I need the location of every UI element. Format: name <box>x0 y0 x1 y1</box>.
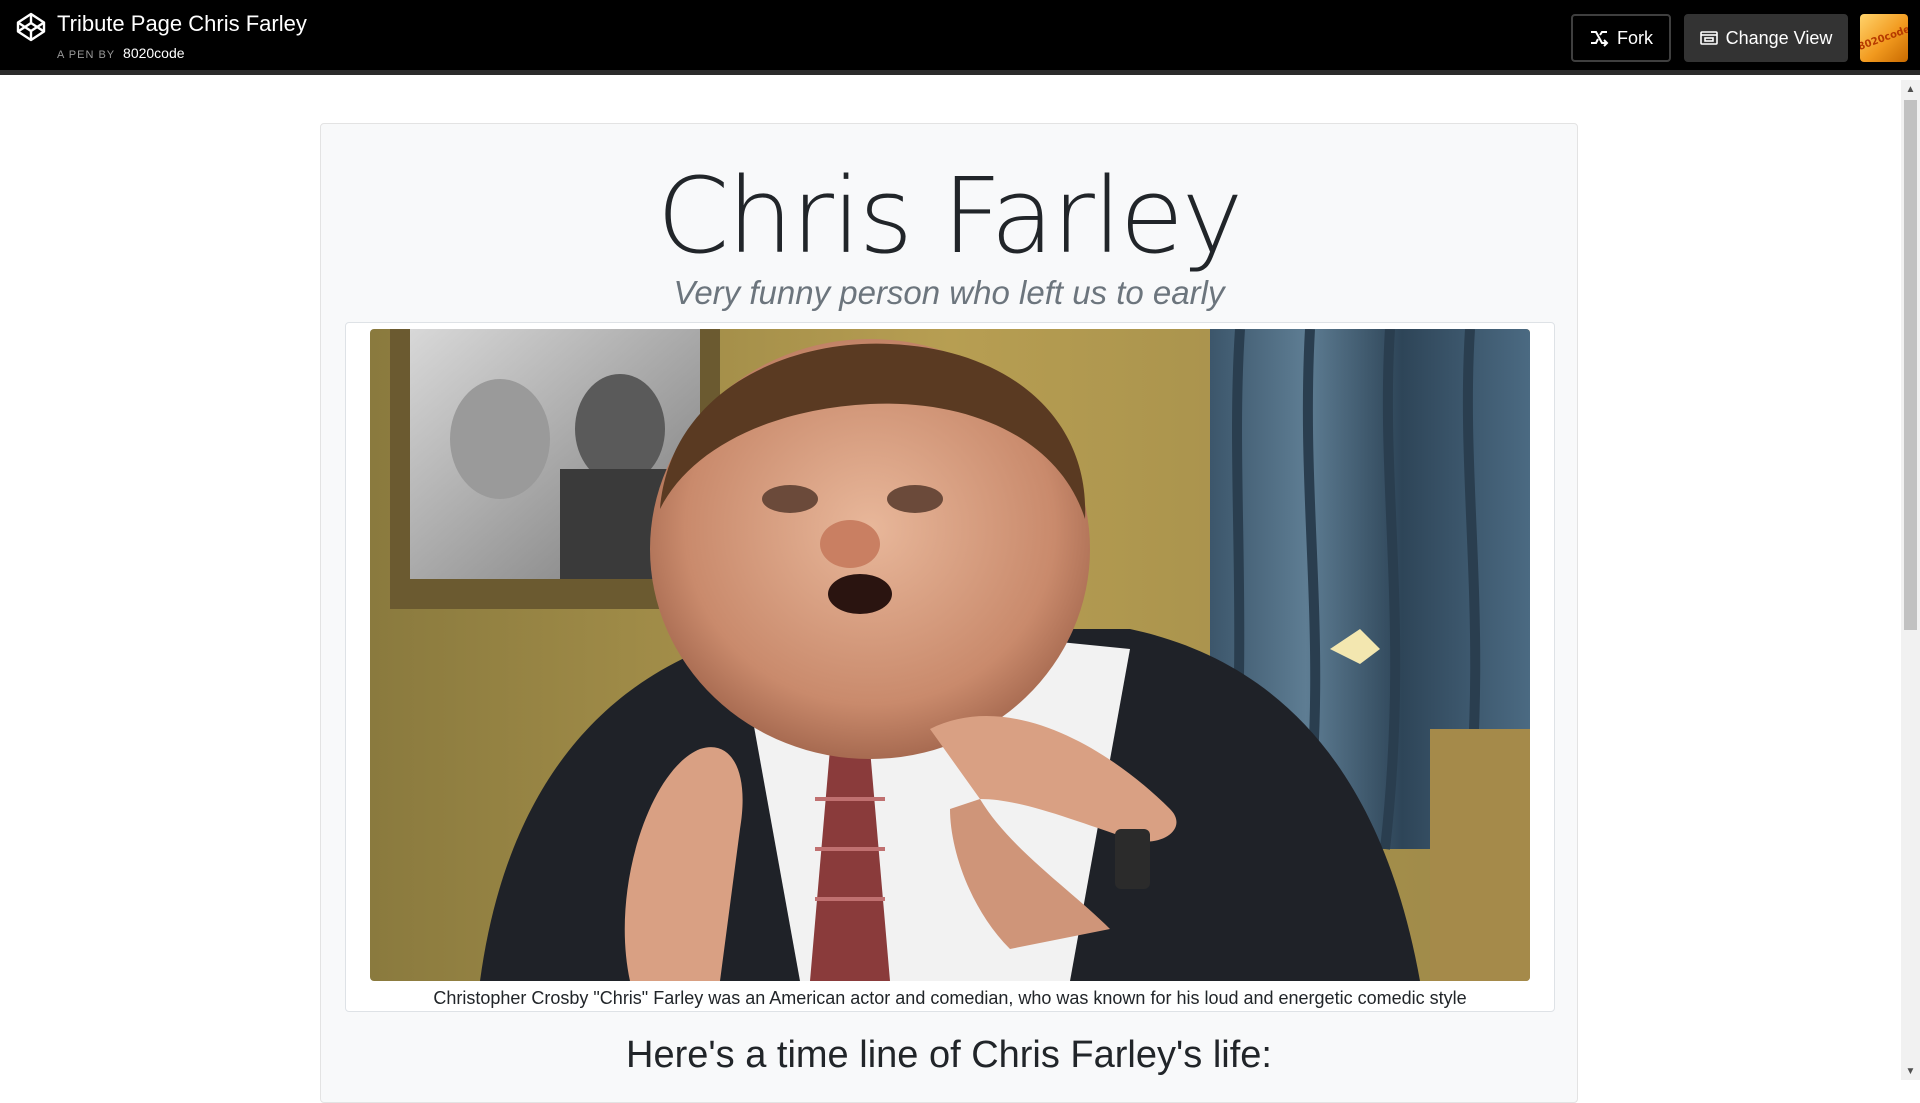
tribute-photo <box>370 329 1530 981</box>
scrollbar-thumb[interactable] <box>1904 100 1917 630</box>
image-figure: Christopher Crosby "Chris" Farley was an… <box>345 322 1555 1012</box>
tribute-card: Chris Farley Very funny person who left … <box>320 123 1578 1103</box>
fork-icon <box>1591 31 1609 47</box>
fork-label: Fork <box>1617 27 1653 48</box>
author-link[interactable]: 8020code <box>123 45 185 61</box>
change-view-button[interactable]: Change View <box>1684 14 1848 62</box>
timeline-heading: Here's a time line of Chris Farley's lif… <box>626 1034 1272 1076</box>
change-view-icon <box>1699 31 1718 45</box>
page-subtitle: Very funny person who left us to early <box>673 274 1225 311</box>
codepen-logo-icon[interactable] <box>15 11 47 43</box>
pen-author-line: A PEN BY 8020code <box>57 45 185 61</box>
user-avatar[interactable]: 8020code <box>1860 14 1908 62</box>
scroll-up-arrow-icon[interactable]: ▲ <box>1901 80 1920 98</box>
vertical-scrollbar[interactable]: ▲ ▼ <box>1901 80 1920 1080</box>
pen-by-label: A PEN BY <box>57 49 116 61</box>
pen-title[interactable]: Tribute Page Chris Farley <box>57 11 307 37</box>
fork-button[interactable]: Fork <box>1571 14 1671 62</box>
page-title: Chris Farley <box>656 155 1244 277</box>
avatar-logo-text: 8020code <box>1860 23 1908 53</box>
change-view-label: Change View <box>1725 27 1833 48</box>
scroll-down-arrow-icon[interactable]: ▼ <box>1901 1062 1920 1080</box>
top-bar: Tribute Page Chris Farley A PEN BY 8020c… <box>0 0 1920 75</box>
image-caption: Christopher Crosby "Chris" Farley was an… <box>433 988 1467 1008</box>
